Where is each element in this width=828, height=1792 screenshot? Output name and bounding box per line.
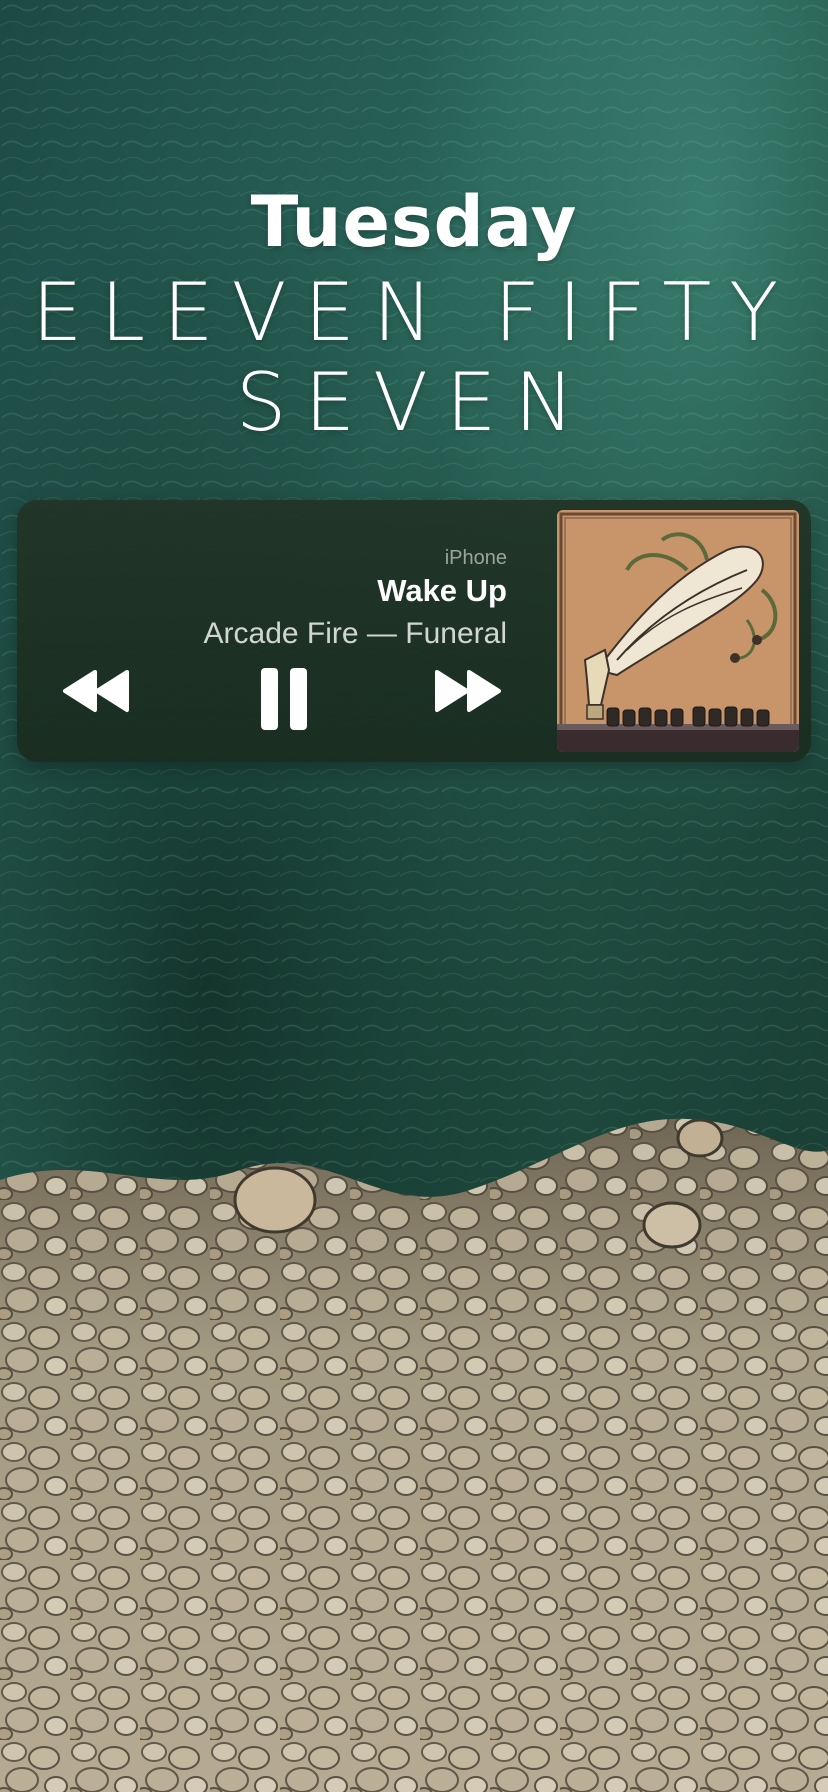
lockscreen-clock: Tuesday ELEVEN FIFTY SEVEN — [0, 180, 828, 448]
day-label: Tuesday — [250, 181, 578, 263]
forward-button[interactable] — [433, 668, 505, 716]
rewind-button[interactable] — [59, 668, 131, 716]
track-info: iPhone Wake Up Arcade Fire — Funeral — [204, 546, 507, 654]
pause-button[interactable] — [257, 666, 311, 730]
output-device: iPhone — [444, 547, 507, 569]
pause-icon — [261, 668, 307, 730]
backward-icon — [63, 670, 129, 712]
time-line-1: ELEVEN FIFTY — [31, 266, 797, 359]
song-title: Wake Up — [377, 573, 507, 608]
artist-album: Arcade Fire — Funeral — [203, 617, 507, 650]
time-line-2: SEVEN — [235, 356, 593, 449]
now-playing-widget[interactable]: iPhone Wake Up Arcade Fire — Funeral — [17, 500, 811, 762]
forward-icon — [435, 670, 501, 712]
album-artwork[interactable] — [557, 510, 799, 752]
